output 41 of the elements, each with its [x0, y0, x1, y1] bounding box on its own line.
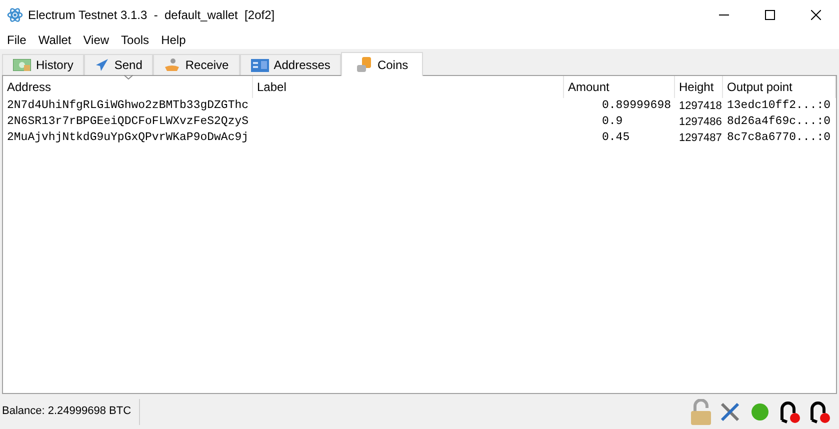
table-cell-text: 1297418	[679, 98, 722, 114]
menu-item[interactable]: Tools	[115, 30, 156, 48]
padlock-icon	[690, 398, 712, 424]
table-cell-text: 2MuAjvhjNtkdG9uYpGxQPvrWKaP9oDwAc9j	[7, 130, 249, 146]
tab[interactable]: Receive	[153, 54, 240, 75]
table-cell-text: 13edc10ff2...:0	[727, 98, 831, 114]
maximize-icon	[765, 10, 775, 20]
address-book-icon	[250, 58, 269, 72]
close-icon	[811, 10, 821, 20]
column-header[interactable]: Output point	[723, 76, 836, 98]
atom-logo-icon	[7, 7, 23, 23]
cosigner-status-icon	[779, 400, 801, 424]
banknote-icon	[13, 59, 31, 71]
column-header[interactable]: Address	[3, 76, 253, 98]
table-cell-text: 1297487	[679, 130, 722, 146]
table-cell-text: 1297486	[679, 114, 722, 130]
tab[interactable]: History	[2, 54, 84, 75]
window-title: Electrum Testnet 3.1.3 - default_wallet [2of2]	[28, 7, 275, 24]
column-header[interactable]: Label	[253, 76, 564, 98]
cosigner-status-icon	[809, 400, 831, 424]
table-cell-text: 0.45	[602, 130, 630, 146]
status-dot-icon	[751, 402, 769, 420]
menu-item[interactable]: Wallet	[32, 30, 78, 48]
tab[interactable]: Send	[84, 54, 154, 75]
table-cell-text: 8d26a4f69c...:0	[727, 114, 831, 130]
table-cell-text: 0.89999698	[602, 98, 672, 114]
tab[interactable]: Coins	[341, 52, 424, 76]
table-cell-text: 8c7c8a6770...:0	[727, 130, 831, 146]
menu-item[interactable]: View	[77, 30, 116, 48]
column-header[interactable]: Amount	[564, 76, 675, 98]
table-cell-text: 2N6SR13r7rBPGEeiQDCFoFLWXvzFeS2QzyS	[7, 114, 249, 130]
sort-indicator-icon	[124, 75, 133, 80]
table-cell-text: 2N7d4UhiNfgRLGiWGhwo2zBMTb33gDZGThc	[7, 98, 249, 114]
coin-stack-icon	[356, 57, 372, 72]
column-header[interactable]: Height	[675, 76, 723, 98]
table-cell-text: 0.9	[602, 114, 623, 130]
tab[interactable]: Addresses	[240, 54, 342, 75]
balance-label: Balance: 2.24999698 BTC	[2, 398, 140, 424]
menu-item[interactable]: Help	[155, 30, 192, 48]
menu-item[interactable]: File	[1, 30, 32, 48]
paper-plane-icon	[95, 58, 110, 72]
